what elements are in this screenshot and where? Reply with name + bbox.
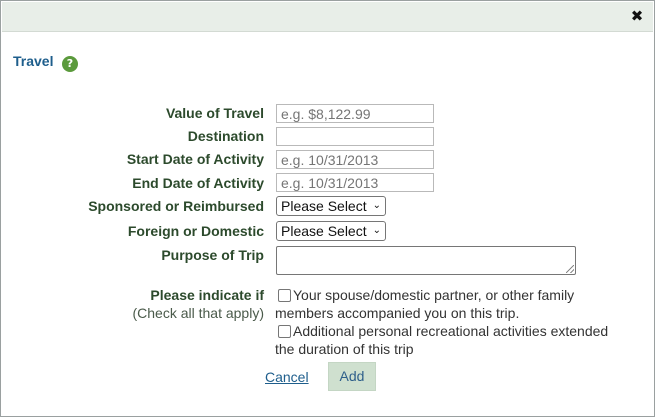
dialog-titlebar: ✖ <box>2 2 653 32</box>
sponsored-label: Sponsored or Reimbursed <box>88 198 264 214</box>
chevron-down-icon: ⌄ <box>372 200 381 211</box>
recreational-option-line2: the duration of this trip <box>275 341 414 357</box>
sponsored-select-value: Please Select <box>281 198 367 214</box>
add-button[interactable]: Add <box>328 362 376 391</box>
destination-input[interactable] <box>276 127 434 146</box>
indicate-label: Please indicate if <box>150 287 264 303</box>
start-date-input[interactable] <box>276 150 434 169</box>
recreational-checkbox[interactable] <box>278 325 291 338</box>
resize-grip-icon[interactable] <box>566 265 574 273</box>
check-option-spouse: Your spouse/domestic partner, or other f… <box>275 286 615 322</box>
purpose-textarea[interactable] <box>276 246 576 275</box>
section-title: Travel <box>13 53 54 69</box>
purpose-label: Purpose of Trip <box>161 247 264 263</box>
spouse-checkbox[interactable] <box>278 289 291 302</box>
foreign-domestic-label: Foreign or Domestic <box>127 223 264 239</box>
cancel-link[interactable]: Cancel <box>265 369 309 385</box>
help-icon[interactable]: ? <box>62 56 78 72</box>
spouse-option-line2: members accompanied you on this trip. <box>275 305 520 321</box>
start-date-label: Start Date of Activity <box>126 151 264 167</box>
value-of-travel-label: Value of Travel <box>165 105 264 121</box>
check-option-recreational: Additional personal recreational activit… <box>275 322 615 358</box>
value-of-travel-input[interactable] <box>276 104 434 123</box>
end-date-label: End Date of Activity <box>132 175 264 191</box>
close-icon[interactable]: ✖ <box>629 8 645 24</box>
end-date-input[interactable] <box>276 173 434 192</box>
recreational-option-line1: Additional personal recreational activit… <box>293 323 609 339</box>
travel-dialog: ✖ Travel ? Value of Travel Destination S… <box>0 0 655 417</box>
chevron-down-icon: ⌄ <box>372 225 381 236</box>
sponsored-select[interactable]: Please Select ⌄ <box>276 196 386 216</box>
spouse-option-line1: Your spouse/domestic partner, or other f… <box>293 287 575 303</box>
destination-label: Destination <box>187 128 264 144</box>
foreign-domestic-select[interactable]: Please Select ⌄ <box>276 221 386 241</box>
indicate-sublabel: (Check all that apply) <box>132 305 264 321</box>
foreign-domestic-select-value: Please Select <box>281 223 367 239</box>
